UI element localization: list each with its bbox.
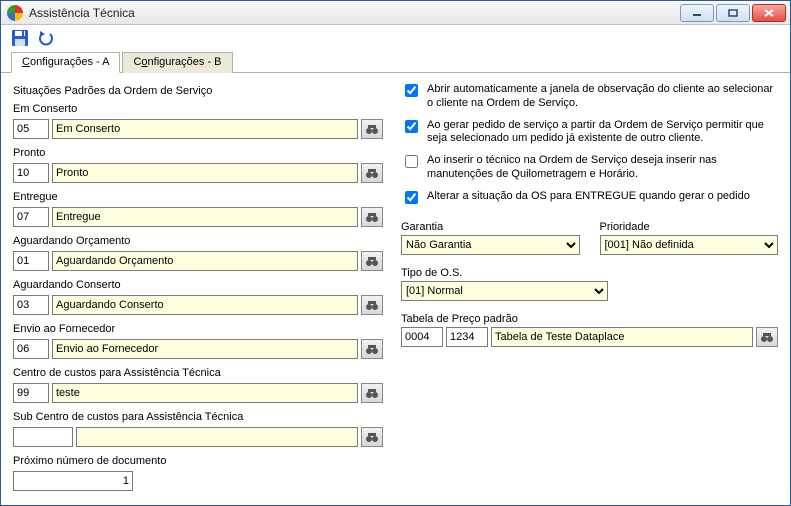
section-title: Situações Padrões da Ordem de Serviço <box>13 85 383 97</box>
entregue-lookup[interactable] <box>361 207 383 227</box>
tab-b-label-rest: nfigurações - B <box>148 56 222 68</box>
toolbar <box>1 25 790 51</box>
aguardando-conserto-desc[interactable] <box>52 295 358 315</box>
tipo-os-label: Tipo de O.S. <box>401 267 778 279</box>
centro-custos-lookup[interactable] <box>361 383 383 403</box>
tipo-os-select[interactable]: [01] Normal <box>401 281 608 301</box>
window-title: Assistência Técnica <box>29 6 680 20</box>
centro-custos-code[interactable] <box>13 383 49 403</box>
envio-fornecedor-desc[interactable] <box>52 339 358 359</box>
chk-abrir-observacao[interactable] <box>405 84 418 97</box>
entregue-desc[interactable] <box>52 207 358 227</box>
pronto-desc[interactable] <box>52 163 358 183</box>
sub-centro-custos-code[interactable] <box>13 427 73 447</box>
chk-alterar-situacao-label: Alterar a situação da OS para ENTREGUE q… <box>427 190 778 204</box>
em-conserto-code[interactable] <box>13 119 49 139</box>
em-conserto-desc[interactable] <box>52 119 358 139</box>
prioridade-select[interactable]: [001] Não definida <box>600 235 779 255</box>
em-conserto-lookup[interactable] <box>361 119 383 139</box>
garantia-label: Garantia <box>401 221 580 233</box>
tab-config-b[interactable]: Configurações - B <box>122 52 232 73</box>
aguardando-conserto-label: Aguardando Conserto <box>13 279 383 291</box>
aguardando-orcamento-label: Aguardando Orçamento <box>13 235 383 247</box>
tabela-preco-code2[interactable] <box>446 327 488 347</box>
pronto-code[interactable] <box>13 163 49 183</box>
envio-fornecedor-label: Envio ao Fornecedor <box>13 323 383 335</box>
tab-bar: Configurações - A Configurações - B <box>1 51 790 73</box>
tabela-preco-lookup[interactable] <box>756 327 778 347</box>
centro-custos-label: Centro de custos para Assistência Técnic… <box>13 367 383 379</box>
pronto-lookup[interactable] <box>361 163 383 183</box>
envio-fornecedor-code[interactable] <box>13 339 49 359</box>
aguardando-orcamento-lookup[interactable] <box>361 251 383 271</box>
close-button[interactable] <box>752 4 786 22</box>
proximo-numero-label: Próximo número de documento <box>13 455 383 467</box>
save-button[interactable] <box>11 29 29 47</box>
aguardando-conserto-code[interactable] <box>13 295 49 315</box>
aguardando-orcamento-code[interactable] <box>13 251 49 271</box>
chk-inserir-tecnico[interactable] <box>405 155 418 168</box>
aguardando-conserto-lookup[interactable] <box>361 295 383 315</box>
envio-fornecedor-lookup[interactable] <box>361 339 383 359</box>
chk-gerar-pedido[interactable] <box>405 120 418 133</box>
pronto-label: Pronto <box>13 147 383 159</box>
proximo-numero-input[interactable] <box>13 471 133 491</box>
undo-button[interactable] <box>37 29 55 47</box>
minimize-button[interactable] <box>680 4 714 22</box>
titlebar: Assistência Técnica <box>1 1 790 25</box>
chk-gerar-pedido-label: Ao gerar pedido de serviço a partir da O… <box>427 119 778 147</box>
aguardando-orcamento-desc[interactable] <box>52 251 358 271</box>
sub-centro-custos-desc[interactable] <box>76 427 358 447</box>
tabela-preco-desc[interactable] <box>491 327 753 347</box>
chk-abrir-observacao-label: Abrir automaticamente a janela de observ… <box>427 83 778 111</box>
maximize-button[interactable] <box>716 4 750 22</box>
tab-config-a[interactable]: Configurações - A <box>11 52 120 73</box>
app-icon <box>7 5 23 21</box>
entregue-label: Entregue <box>13 191 383 203</box>
chk-inserir-tecnico-label: Ao inserir o técnico na Ordem de Serviço… <box>427 154 778 182</box>
em-conserto-label: Em Conserto <box>13 103 383 115</box>
tabela-preco-code1[interactable] <box>401 327 443 347</box>
garantia-select[interactable]: Não Garantia <box>401 235 580 255</box>
sub-centro-custos-label: Sub Centro de custos para Assistência Té… <box>13 411 383 423</box>
prioridade-label: Prioridade <box>600 221 779 233</box>
sub-centro-custos-lookup[interactable] <box>361 427 383 447</box>
chk-alterar-situacao[interactable] <box>405 191 418 204</box>
tabela-preco-label: Tabela de Preço padrão <box>401 313 778 325</box>
entregue-code[interactable] <box>13 207 49 227</box>
centro-custos-desc[interactable] <box>52 383 358 403</box>
tab-a-label-rest: onfigurações - A <box>30 56 110 68</box>
